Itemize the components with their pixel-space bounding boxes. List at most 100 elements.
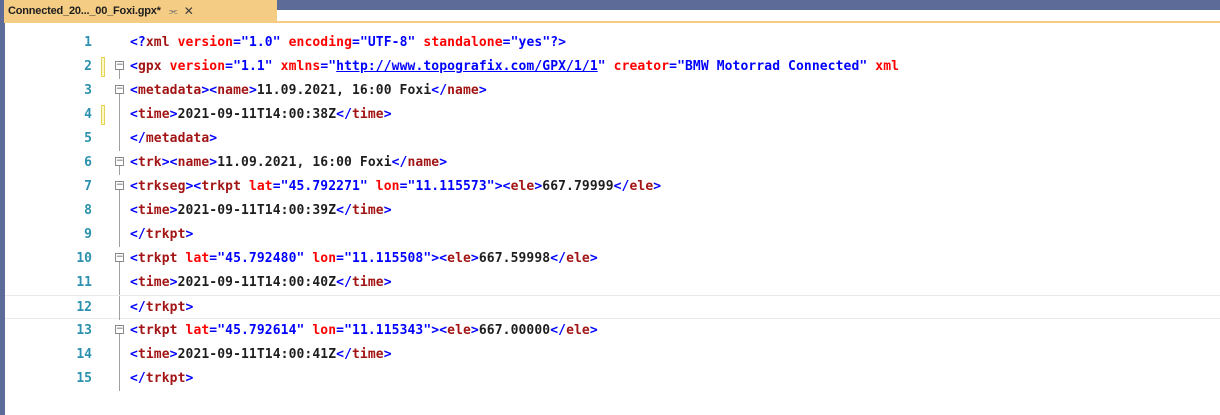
code-token: >< (185, 179, 202, 194)
code-token: ele (510, 179, 535, 194)
code-line[interactable]: 11 <time>2021-09-11T14:00:40Z</time> (5, 271, 1220, 295)
code-token: > (185, 300, 194, 315)
code-token: trkpt (145, 300, 186, 315)
line-number: 10 (76, 251, 92, 266)
code-token: </ (550, 323, 567, 338)
code-line[interactable]: 7− <trkseg><trkpt lat="45.792271" lon="11… (5, 175, 1220, 199)
line-number: 5 (84, 131, 92, 146)
code-token: xmlns (280, 59, 321, 74)
code-token: > (169, 203, 178, 218)
code-token: lon (375, 179, 400, 194)
code-token: name (407, 155, 440, 170)
document-tab[interactable]: Connected_20..._00_Foxi.gpx* ⫘ ✕ (4, 0, 277, 22)
code-token: time (352, 275, 384, 290)
line-number: 11 (76, 275, 92, 290)
collapse-icon[interactable]: − (115, 181, 124, 190)
code-line[interactable]: 5 </metadata> (5, 127, 1220, 151)
line-number: 13 (76, 323, 92, 338)
code-text: <time>2021-09-11T14:00:40Z</time> (130, 271, 392, 295)
code-token: 1.1 (241, 59, 265, 74)
code-token: 45.792614 (225, 323, 297, 338)
code-token: time (137, 203, 170, 218)
code-token: =" (233, 35, 249, 50)
code-editor[interactable]: 1 <?xml version="1.0" encoding="UTF-8" st… (5, 31, 1220, 415)
code-token: ele (447, 251, 471, 266)
code-token: 11.115343 (352, 323, 424, 338)
code-token: > (185, 371, 194, 386)
code-line[interactable]: 1 <?xml version="1.0" encoding="UTF-8" st… (5, 31, 1220, 55)
code-token: 1.0 (248, 35, 273, 50)
code-token: metadata (137, 83, 202, 98)
code-line[interactable]: 13− <trkpt lat="45.792614" lon="11.115343… (5, 319, 1220, 343)
code-token: ele (566, 323, 590, 338)
code-token: encoding (288, 35, 353, 50)
code-token[interactable]: http://www.topografix.com/GPX/1/1 (336, 59, 598, 74)
outline-guide (119, 127, 120, 151)
code-token: < (130, 179, 138, 194)
outline-guide (119, 70, 120, 79)
code-line[interactable]: 6− <trk><name>11.09.2021, 16:00 Foxi</nam… (5, 151, 1220, 175)
code-token: "?> (542, 35, 567, 50)
code-token: > (383, 107, 392, 122)
collapse-icon[interactable]: − (115, 61, 124, 70)
outline-guide (119, 296, 120, 320)
code-line[interactable]: 3− <metadata><name>11.09.2021, 16:00 Foxi… (5, 79, 1220, 103)
code-token: 2021-09-11T14:00:41Z (177, 347, 337, 362)
outline-guide (119, 103, 120, 127)
code-token: 2021-09-11T14:00:39Z (177, 203, 337, 218)
code-token: metadata (145, 131, 210, 146)
code-text: </trkpt> (130, 296, 193, 320)
code-token: > (248, 83, 257, 98)
code-token: gpx (137, 59, 162, 74)
code-text: </trkpt> (130, 223, 193, 247)
code-text: <gpx version="1.1" xmlns="http://www.top… (130, 55, 899, 79)
code-line[interactable]: 12 </trkpt> (5, 295, 1220, 320)
code-token: 2021-09-11T14:00:40Z (177, 275, 337, 290)
collapse-icon[interactable]: − (115, 253, 124, 262)
collapse-icon[interactable]: − (115, 85, 124, 94)
code-token: > (383, 275, 392, 290)
code-line[interactable]: 10− <trkpt lat="45.792480" lon="11.115508… (5, 247, 1220, 271)
code-token: </ (130, 131, 146, 146)
collapse-icon[interactable]: − (115, 325, 124, 334)
code-token: 11.115573 (415, 179, 487, 194)
code-token: " (597, 59, 606, 74)
editor-window: Connected_20..._00_Foxi.gpx* ⫘ ✕ 1 <?xml … (0, 0, 1220, 415)
code-text: </metadata> (130, 127, 217, 151)
code-token: 11.09.2021, 16:00 Foxi (256, 83, 432, 98)
code-line[interactable]: 8 <time>2021-09-11T14:00:39Z</time> (5, 199, 1220, 223)
code-token: >< (161, 155, 178, 170)
code-token: </ (550, 251, 567, 266)
code-token: </ (336, 203, 352, 218)
code-token: time (137, 347, 170, 362)
code-token: name (447, 83, 479, 98)
code-token: lat (185, 323, 210, 338)
code-text: </trkpt> (130, 367, 193, 391)
outline-guide (119, 199, 120, 223)
code-line[interactable]: 4 <time>2021-09-11T14:00:38Z</time> (5, 103, 1220, 127)
code-token: version (169, 59, 226, 74)
code-token: lat (248, 179, 273, 194)
code-token: =" (320, 59, 337, 74)
collapse-icon[interactable]: − (115, 157, 124, 166)
outline-guide (119, 94, 120, 103)
code-token: > (169, 275, 178, 290)
pin-icon[interactable]: ⫘ (169, 6, 178, 17)
code-line[interactable]: 15 </trkpt> (5, 367, 1220, 391)
outline-guide (119, 262, 120, 271)
code-token: 667.00000 (478, 323, 551, 338)
code-token: > (470, 251, 479, 266)
line-number: 8 (84, 203, 92, 218)
code-line[interactable]: 9 </trkpt> (5, 223, 1220, 247)
code-token: < (130, 83, 138, 98)
code-token: < (130, 203, 138, 218)
change-marker (101, 105, 105, 125)
code-token: >< (201, 83, 218, 98)
close-icon[interactable]: ✕ (184, 4, 194, 18)
code-line[interactable]: 14 <time>2021-09-11T14:00:41Z</time> (5, 343, 1220, 367)
code-line[interactable]: 2− <gpx version="1.1" xmlns="http://www.t… (5, 55, 1220, 79)
